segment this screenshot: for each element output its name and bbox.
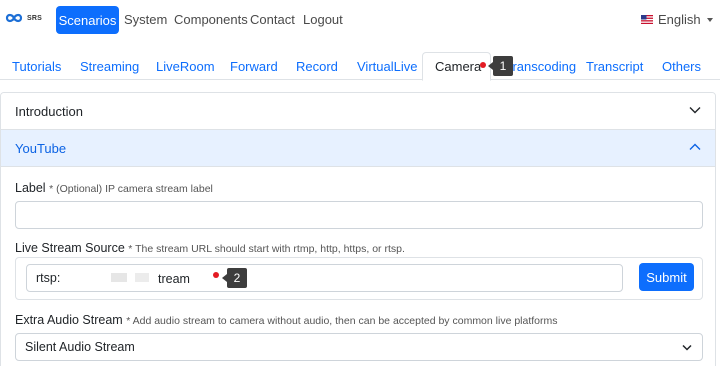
tab-transcript[interactable]: Transcript [586,59,643,74]
brand-logo[interactable]: SRS [4,12,42,24]
redacted-block-1 [111,273,127,282]
tab-liveroom[interactable]: LiveRoom [156,59,215,74]
tab-forward[interactable]: Forward [230,59,278,74]
stream-url-suffix: tream [158,272,190,286]
audio-stream-selected: Silent Audio Stream [25,340,135,354]
stream-source-label: Live Stream Source * The stream URL shou… [15,241,405,255]
marker-dot-1 [480,62,486,68]
label-field-hint: * (Optional) IP camera stream label [49,183,213,195]
tab-others[interactable]: Others [662,59,701,74]
scenario-tabs: Tutorials Streaming LiveRoom Forward Rec… [0,52,720,81]
nav-contact[interactable]: Contact [250,12,295,27]
tab-streaming[interactable]: Streaming [80,59,139,74]
language-label: English [658,12,701,27]
accordion-youtube-header[interactable]: YouTube [1,130,715,167]
nav-components[interactable]: Components [174,12,248,27]
chevron-down-icon [689,107,701,114]
marker-dot-2 [213,272,219,278]
audio-stream-select[interactable]: Silent Audio Stream [15,333,703,361]
label-field-label: Label * (Optional) IP camera stream labe… [15,181,213,195]
stream-url-prefix: rtsp: [36,271,61,285]
label-input[interactable] [15,201,703,229]
nav-system[interactable]: System [124,12,167,27]
caret-down-icon [706,17,713,22]
stream-source-card: rtsp: tream Submit [15,257,703,300]
tab-record[interactable]: Record [296,59,338,74]
scenario-accordion: Introduction YouTube Label * (Optional) … [0,92,716,366]
us-flag-icon [641,15,653,24]
accordion-introduction-header[interactable]: Introduction [1,93,715,130]
tab-tutorials[interactable]: Tutorials [12,59,61,74]
annotation-marker-2: 2 [222,268,247,288]
audio-stream-title: Extra Audio Stream [15,313,123,327]
submit-button[interactable]: Submit [639,263,694,291]
tab-transcoding[interactable]: Transcoding [505,59,576,74]
tab-virtuallive[interactable]: VirtualLive [357,59,417,74]
language-dropdown[interactable]: English [641,12,713,27]
stream-source-title: Live Stream Source [15,241,125,255]
stream-source-hint: * The stream URL should start with rtmp,… [128,243,405,255]
annotation-marker-1: 1 [488,56,513,76]
nav-logout[interactable]: Logout [303,12,343,27]
chevron-down-icon [682,344,692,351]
nav-scenarios[interactable]: Scenarios [56,6,119,34]
accordion-youtube-title: YouTube [15,140,67,156]
chevron-up-icon [689,143,701,150]
tab-camera-label: Camera [435,59,482,74]
srs-infinity-icon [5,13,23,23]
audio-stream-label: Extra Audio Stream * Add audio stream to… [15,313,558,327]
brand-name: SRS [27,14,42,22]
top-navbar: SRS Scenarios System Components Contact … [0,0,720,40]
audio-stream-hint: * Add audio stream to camera without aud… [126,315,558,327]
label-field-title: Label [15,181,46,195]
redacted-block-2 [135,273,149,282]
stream-url-input[interactable]: rtsp: tream [26,264,623,292]
accordion-introduction-title: Introduction [15,103,83,119]
